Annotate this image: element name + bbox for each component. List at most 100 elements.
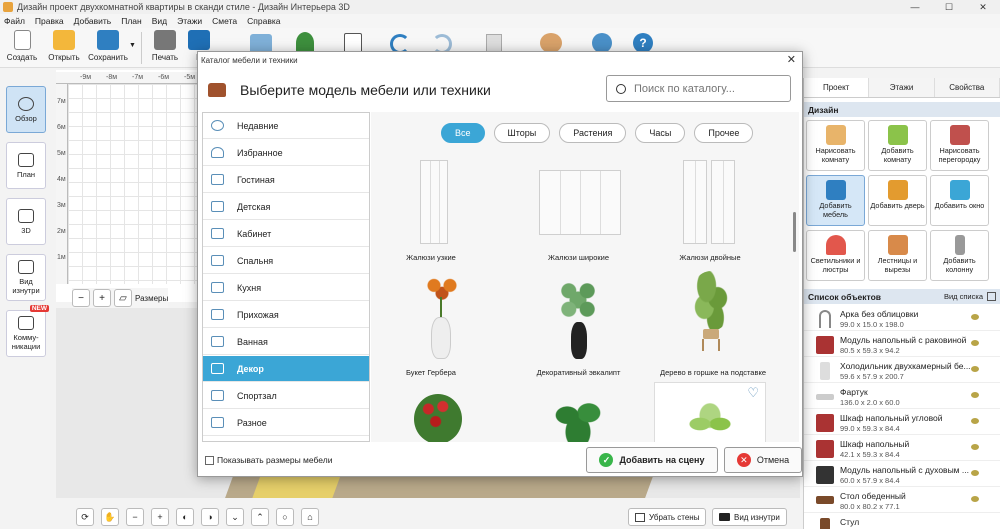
rotate-360-icon[interactable]: ⟳ [76,508,94,526]
object-row[interactable]: Стол обеденный 80.0 x 80.2 x 77.1 [804,488,1000,513]
overview-button[interactable]: Обзор [6,86,46,133]
catalog-item-narrow-blinds[interactable]: Жалюзи узкие [374,152,488,267]
menu-edit[interactable]: Правка [35,16,64,26]
draw-partition-button[interactable]: Нарисовать перегородку [930,120,989,171]
catalog-item-wide-blinds[interactable]: Жалюзи широкие [511,152,646,267]
home-icon[interactable]: ⌂ [301,508,319,526]
show-sizes-checkbox[interactable]: Показывать размеры мебели [205,455,332,465]
checkbox-box[interactable] [205,455,214,465]
category-living-room[interactable]: Гостиная [203,167,369,193]
category-recent[interactable]: Недавние [203,113,369,139]
ruler-icon[interactable]: ▱ [114,289,132,307]
print-button[interactable]: Печать [145,30,185,66]
save-button[interactable]: Сохранить [88,30,128,66]
tilt-down-icon[interactable]: ⌄ [226,508,244,526]
filter-other[interactable]: Прочее [694,123,754,143]
visibility-eye-icon[interactable] [971,444,979,450]
dialog-close-icon[interactable]: ✕ [787,53,796,66]
menu-plan[interactable]: План [121,16,142,26]
visibility-eye-icon[interactable] [971,366,979,372]
plan-grid[interactable] [68,84,208,284]
object-row[interactable]: Шкаф напольный 42.1 x 59.3 x 84.4 [804,436,1000,461]
add-furniture-button[interactable]: Добавить мебель [806,175,865,226]
menu-floors[interactable]: Этажи [177,16,202,26]
close-window-button[interactable]: ✕ [966,0,1000,14]
favorite-heart-icon[interactable]: ♡ [747,385,759,401]
filter-plants[interactable]: Растения [559,123,627,143]
visibility-eye-icon[interactable] [971,314,979,320]
zoom-in-icon[interactable]: + [93,289,111,307]
object-row[interactable]: Стул [804,514,1000,529]
menu-estimate[interactable]: Смета [212,16,237,26]
open-button[interactable]: Открыть [44,30,84,66]
add-to-scene-button[interactable]: ✓ Добавить на сцену [586,447,718,473]
category-bathroom[interactable]: Ванная [203,329,369,355]
items-scrollbar[interactable] [793,212,796,252]
tab-project[interactable]: Проект [804,78,870,97]
visibility-eye-icon[interactable] [971,418,979,424]
catalog-item-rose-bush[interactable] [374,384,488,442]
cancel-button[interactable]: ✕ Отмена [724,447,802,473]
category-kids-room[interactable]: Детская [203,194,369,220]
add-column-button[interactable]: Добавить колонну [930,230,989,281]
filter-curtains[interactable]: Шторы [493,123,551,143]
menu-view[interactable]: Вид [152,16,167,26]
lights-button[interactable]: Светильники и люстры [806,230,865,281]
help-icon[interactable]: ? [633,33,653,53]
menu-help[interactable]: Справка [247,16,280,26]
object-row[interactable]: Арка без облицовки 99.0 x 15.0 x 198.0 [804,306,1000,331]
tab-properties[interactable]: Свойства [934,78,1000,97]
interior-view-button[interactable]: Вид изнутри [6,254,46,301]
zoom-out-3d-icon[interactable]: − [126,508,144,526]
catalog-item-palm[interactable]: ♡ [654,382,766,442]
object-row[interactable]: Модуль напольный с раковиной 80.5 x 59.3… [804,332,1000,357]
category-decor[interactable]: Декор [203,356,369,382]
orbit-right-icon[interactable]: ◑ [201,508,219,526]
visibility-eye-icon[interactable] [971,392,979,398]
catalog-item-double-blinds[interactable]: Жалюзи двойные [653,152,767,267]
settings-gear-icon[interactable] [592,33,612,53]
remove-walls-button[interactable]: Убрать стены [628,508,707,526]
tilt-up-icon[interactable]: ⌃ [251,508,269,526]
save-dropdown-icon[interactable]: ▼ [129,42,136,49]
catalog-search[interactable] [606,75,791,102]
filter-all[interactable]: Все [441,123,485,143]
object-row[interactable]: Шкаф напольный угловой 99.0 x 59.3 x 84.… [804,410,1000,435]
list-view-icon[interactable] [987,292,996,301]
zoom-out-icon[interactable]: − [72,289,90,307]
add-door-button[interactable]: Добавить дверь [868,175,927,226]
tab-floors[interactable]: Этажи [869,78,935,97]
list-view-toggle[interactable]: Вид списка [944,292,983,301]
create-button[interactable]: Создать [2,30,42,66]
add-room-button[interactable]: Добавить комнату [868,120,927,171]
palette-icon[interactable] [540,33,562,53]
stairs-button[interactable]: Лестницы и вырезы [868,230,927,281]
catalog-search-input[interactable] [634,82,784,95]
category-misc[interactable]: Разное [203,410,369,436]
category-hallway[interactable]: Прихожая [203,302,369,328]
visibility-eye-icon[interactable] [971,496,979,502]
filter-clocks[interactable]: Часы [635,123,686,143]
maximize-button[interactable]: ☐ [932,0,966,14]
hand-icon[interactable]: ✋ [101,508,119,526]
object-row[interactable]: Фартук 136.0 x 2.0 x 60.0 [804,384,1000,409]
catalog-item-eucalyptus[interactable]: Декоративный эвкалипт [511,267,646,382]
interior-view-camera-button[interactable]: Вид изнутри [712,508,787,526]
visibility-eye-icon[interactable] [971,470,979,476]
minimize-button[interactable]: — [898,0,932,14]
add-window-button[interactable]: Добавить окно [930,175,989,226]
category-gym[interactable]: Спортзал [203,383,369,409]
object-row[interactable]: Холодильник двухкамерный бе... 59.6 x 57… [804,358,1000,383]
catalog-item-gerbera-bouquet[interactable]: Букет Гербера [374,267,488,382]
plan-view-button[interactable]: План [6,142,46,189]
light-bulb-icon[interactable]: ○ [276,508,294,526]
sizes-label[interactable]: Размеры [135,294,168,303]
catalog-item-monstera[interactable] [511,384,646,442]
category-favorites[interactable]: Избранное [203,140,369,166]
menu-add[interactable]: Добавить [74,16,112,26]
category-bedroom[interactable]: Спальня [203,248,369,274]
communications-button[interactable]: NEW Комму-никации [6,305,49,357]
catalog-item-tree-on-stand[interactable]: Дерево в горшке на подставке [653,267,773,382]
3d-view-button[interactable]: 3D [6,198,46,245]
category-kitchen[interactable]: Кухня [203,275,369,301]
